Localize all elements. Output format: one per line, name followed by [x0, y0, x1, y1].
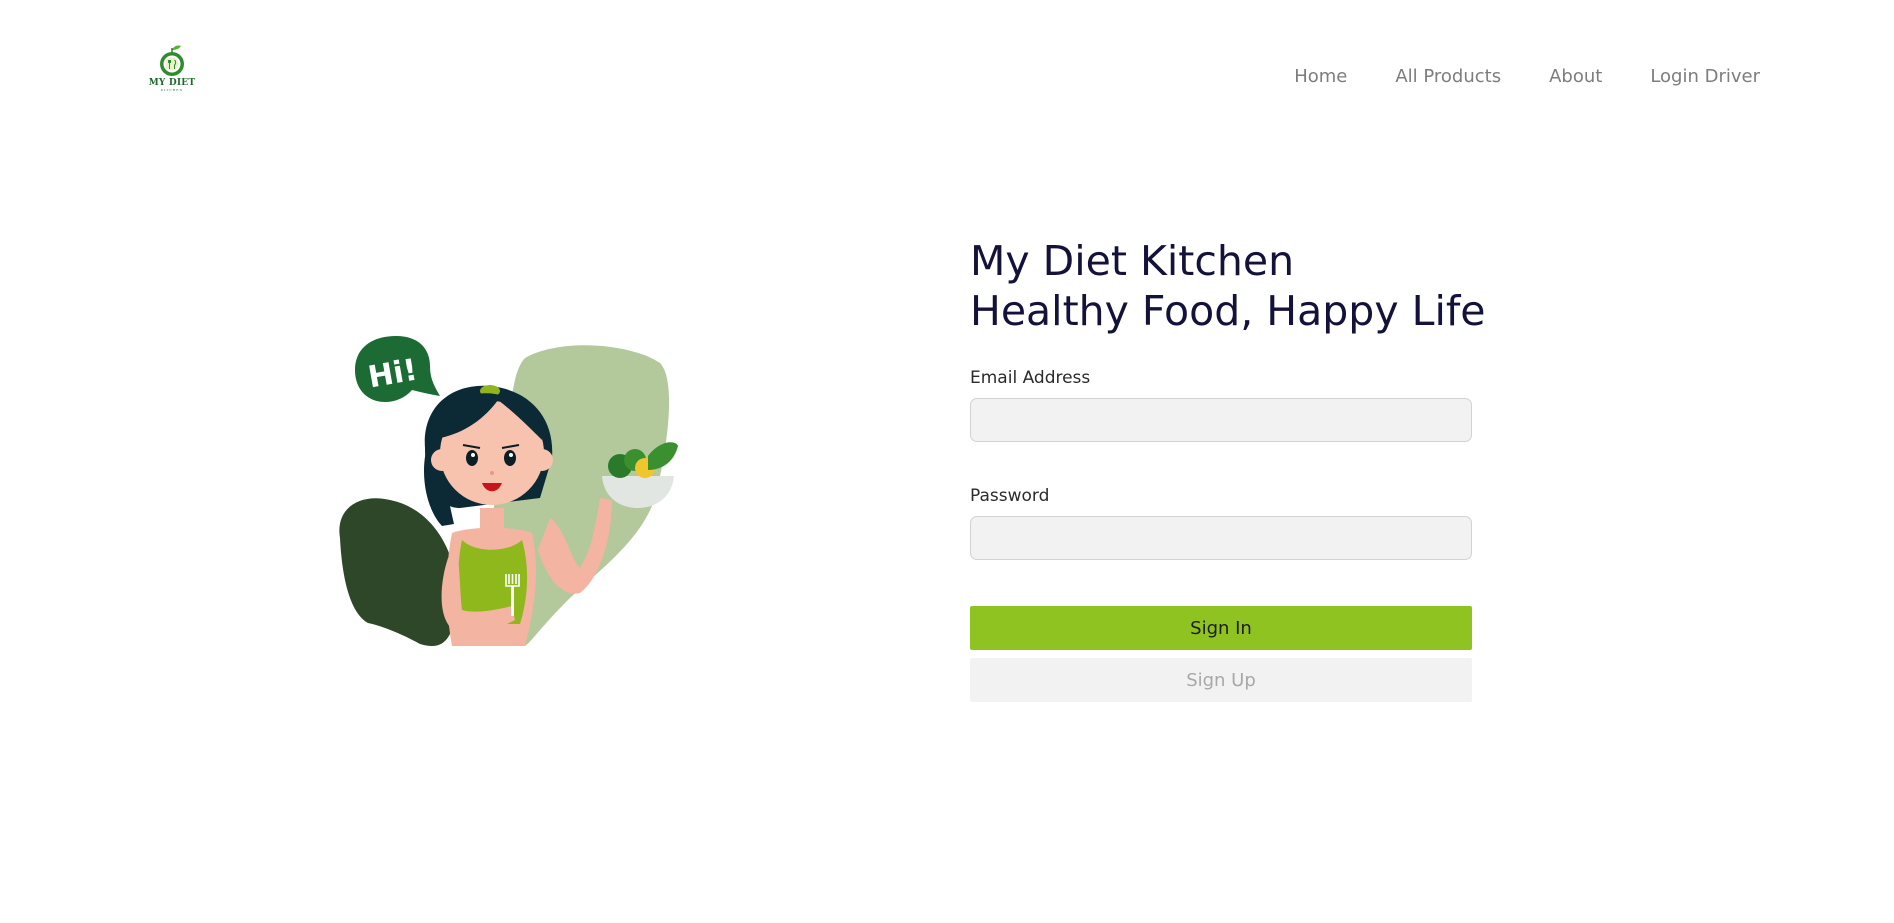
logo-subtext: KITCHEN	[160, 88, 184, 92]
brand-logo[interactable]: MY DIET KITCHEN	[146, 44, 198, 102]
title-line-2: Healthy Food, Happy Life	[970, 287, 1486, 335]
sign-in-button[interactable]: Sign In	[970, 606, 1472, 650]
password-label: Password	[970, 486, 1050, 506]
main-nav: Home All Products About Login Driver	[1294, 66, 1760, 87]
nav-login-driver-link[interactable]: Login Driver	[1650, 66, 1760, 87]
nav-all-products-link[interactable]: All Products	[1395, 66, 1501, 87]
page-title: My Diet Kitchen Healthy Food, Happy Life	[970, 236, 1486, 336]
email-field[interactable]	[970, 398, 1472, 442]
login-page: MY DIET KITCHEN Home All Products About …	[0, 0, 1894, 923]
logo-text: MY DIET	[148, 78, 196, 88]
title-line-1: My Diet Kitchen	[970, 237, 1295, 285]
password-field[interactable]	[970, 516, 1472, 560]
hero-illustration: Hi!	[330, 328, 720, 648]
speech-bubble: Hi!	[355, 336, 440, 402]
login-form: My Diet Kitchen Healthy Food, Happy Life…	[970, 236, 1486, 702]
sign-up-button[interactable]: Sign Up	[970, 658, 1472, 702]
email-label: Email Address	[970, 368, 1091, 388]
apple-logo-icon	[160, 45, 184, 76]
nav-about-link[interactable]: About	[1549, 66, 1602, 87]
nav-home-link[interactable]: Home	[1294, 66, 1347, 87]
